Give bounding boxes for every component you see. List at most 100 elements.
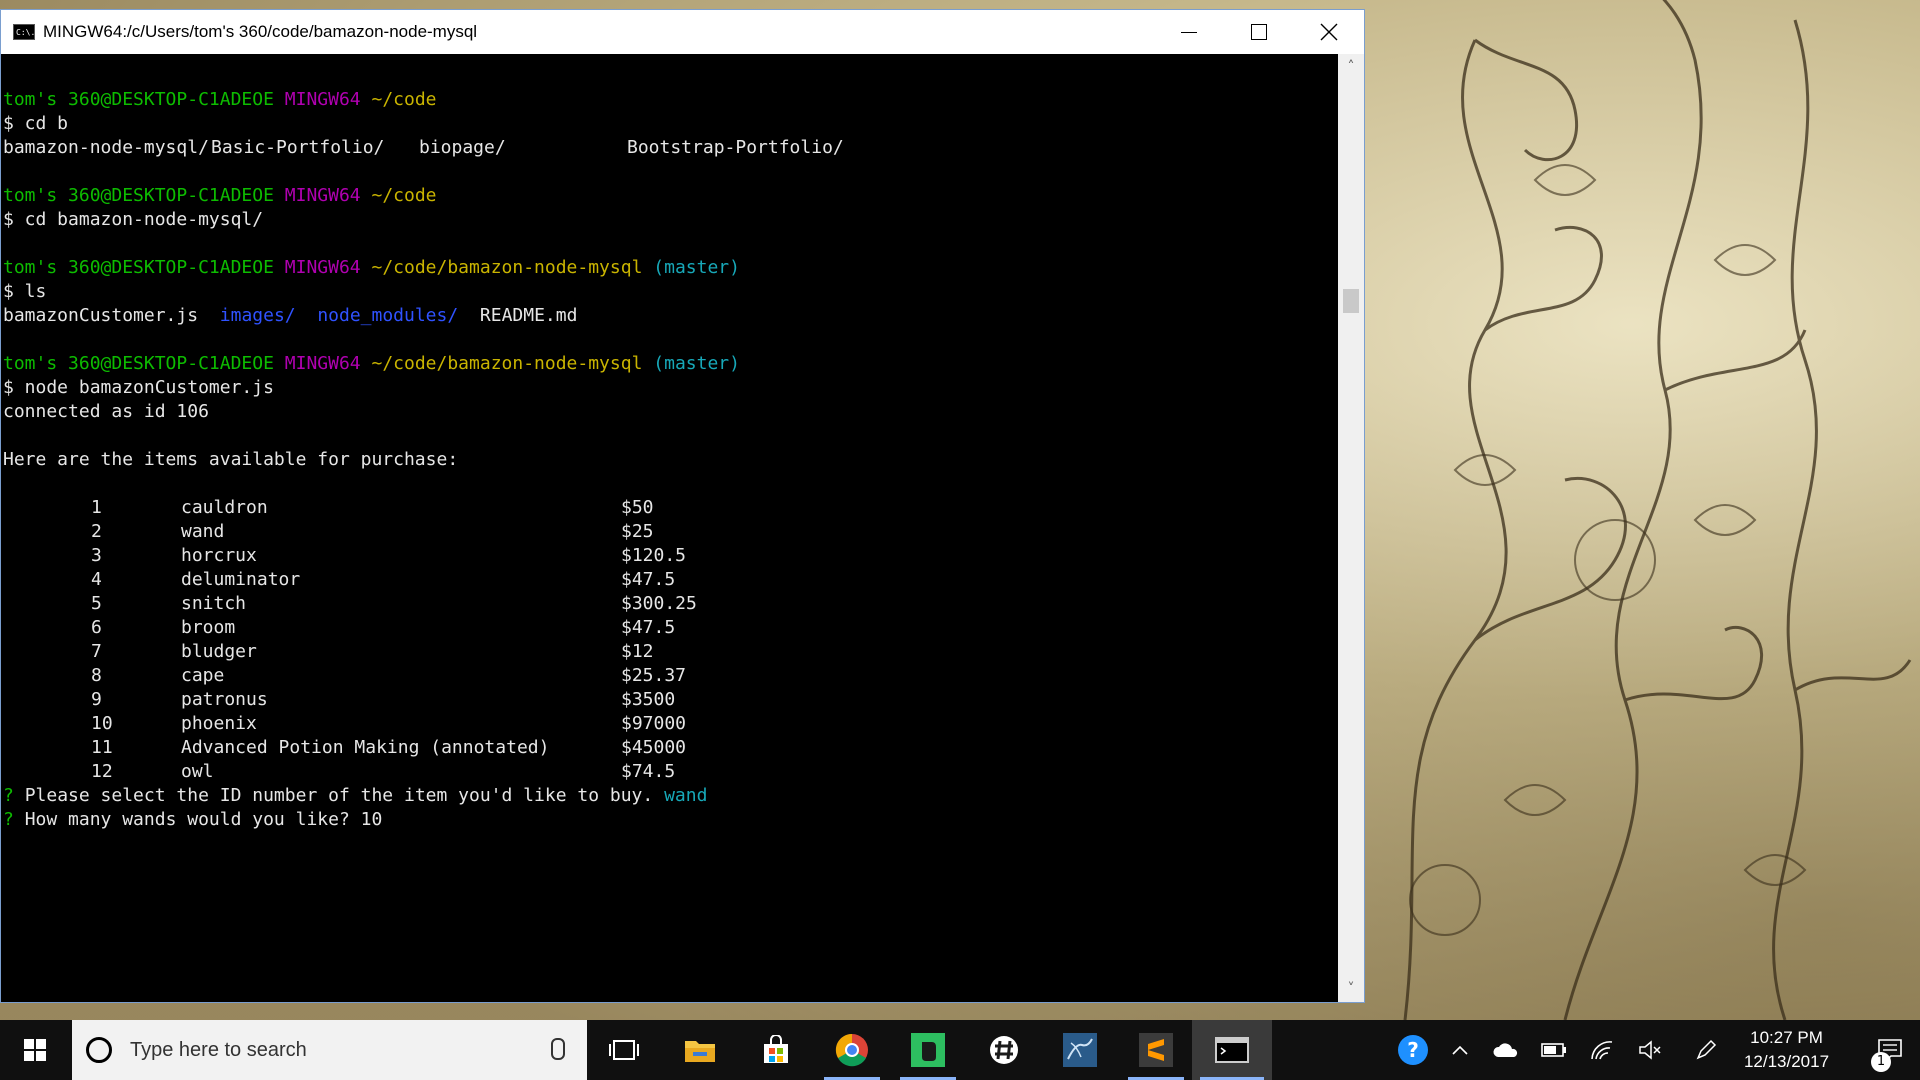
item-price: $47.5 — [621, 617, 676, 638]
command-line: $ node bamazonCustomer.js — [3, 377, 274, 398]
item-name: deluminator — [181, 569, 301, 590]
item-price: $50 — [621, 497, 654, 518]
item-row: 8 cape $25.37 — [1, 664, 1338, 688]
start-button[interactable] — [0, 1020, 70, 1080]
item-row: 5 snitch $300.25 — [1, 592, 1338, 616]
item-price: $25.37 — [621, 665, 687, 686]
maximize-icon — [1251, 24, 1267, 40]
cortana-icon[interactable] — [86, 1037, 112, 1063]
slack-icon — [990, 1036, 1018, 1064]
terminal-app-icon[interactable]: C:\. — [13, 24, 35, 40]
item-price: $74.5 — [621, 761, 676, 782]
task-view-button[interactable] — [588, 1020, 660, 1080]
item-row: 1 cauldron $50 — [1, 496, 1338, 520]
item-row: 11 Advanced Potion Making (annotated) $450… — [1, 736, 1338, 760]
taskbar-slack[interactable] — [968, 1020, 1040, 1080]
wallpaper-vine-decoration — [1403, 0, 1912, 1020]
windows-logo-icon — [24, 1039, 46, 1061]
window-titlebar[interactable]: C:\. MINGW64:/c/Users/tom's 360/code/bam… — [1, 10, 1364, 54]
terminal-icon — [1215, 1037, 1249, 1063]
taskbar-search-box[interactable]: Type here to search — [72, 1020, 587, 1080]
minimize-icon — [1181, 31, 1197, 33]
item-row: 10 phoenix $97000 — [1, 712, 1338, 736]
help-tray-button[interactable]: ? — [1390, 1020, 1436, 1080]
help-icon: ? — [1398, 1035, 1428, 1065]
item-id: 2 — [91, 521, 102, 542]
item-id: 9 — [91, 689, 102, 710]
show-hidden-icons-button[interactable] — [1440, 1020, 1480, 1080]
sublime-text-icon — [1139, 1033, 1173, 1067]
terminal-output[interactable]: tom's 360@DESKTOP-C1ADEOE MINGW64 ~/code… — [1, 54, 1338, 1002]
item-id: 8 — [91, 665, 102, 686]
connection-status: connected as id 106 — [3, 401, 209, 422]
item-id: 7 — [91, 641, 102, 662]
item-name: wand — [181, 521, 225, 542]
items-table: 1 cauldron $50 2 wand $25 3 horcrux $120.5 4 delum… — [1, 496, 1338, 784]
taskbar-file-explorer[interactable] — [664, 1020, 736, 1080]
item-id: 12 — [91, 761, 113, 782]
onedrive-tray-button[interactable] — [1484, 1020, 1528, 1080]
ls-output: bamazonCustomer.js images/ node_modules/… — [3, 305, 578, 326]
prompt-line: tom's 360@DESKTOP-C1ADEOE MINGW64 ~/code — [3, 185, 437, 206]
item-row: 7 bludger $12 — [1, 640, 1338, 664]
prompt-line: tom's 360@DESKTOP-C1ADEOE MINGW64 ~/code… — [3, 257, 740, 278]
items-header: Here are the items available for purchas… — [3, 449, 459, 470]
vertical-scrollbar[interactable]: ˄ ˅ — [1338, 54, 1364, 1002]
item-row: 4 deluminator $47.5 — [1, 568, 1338, 592]
folder-icon — [685, 1041, 715, 1062]
taskbar-store[interactable] — [740, 1020, 812, 1080]
item-id: 6 — [91, 617, 102, 638]
scroll-up-arrow-icon[interactable]: ˄ — [1338, 54, 1364, 80]
prompt-line: tom's 360@DESKTOP-C1ADEOE MINGW64 ~/code — [3, 89, 437, 110]
taskbar-git-bash[interactable] — [1192, 1020, 1272, 1080]
item-name: broom — [181, 617, 236, 638]
question-line: ? How many wands would you like? 10 — [3, 809, 383, 830]
task-view-icon — [609, 1040, 639, 1060]
scroll-down-arrow-icon[interactable]: ˅ — [1338, 976, 1364, 1002]
network-tray-button[interactable] — [1580, 1020, 1624, 1080]
close-button[interactable] — [1294, 10, 1364, 54]
item-id: 10 — [91, 713, 113, 734]
battery-tray-button[interactable] — [1532, 1020, 1576, 1080]
action-center-button[interactable] — [1860, 1020, 1920, 1080]
close-icon — [1320, 23, 1338, 41]
item-name: owl — [181, 761, 214, 782]
volume-muted-icon — [1639, 1040, 1661, 1060]
taskbar-evernote[interactable] — [892, 1020, 964, 1080]
search-placeholder: Type here to search — [130, 1038, 307, 1061]
item-name: horcrux — [181, 545, 257, 566]
item-price: $97000 — [621, 713, 687, 734]
clock-date: 12/13/2017 — [1743, 1052, 1830, 1071]
maximize-button[interactable] — [1224, 10, 1294, 54]
item-row: 3 horcrux $120.5 — [1, 544, 1338, 568]
item-name: phoenix — [181, 713, 257, 734]
chrome-icon — [835, 1033, 868, 1067]
item-name: bludger — [181, 641, 257, 662]
microphone-icon[interactable] — [551, 1038, 565, 1060]
command-line: $ cd b — [3, 113, 69, 134]
taskbar: Type here to search ? 10:27 PM 12/13/201… — [0, 1020, 1920, 1080]
scrollbar-thumb[interactable] — [1343, 289, 1359, 313]
mysql-workbench-icon — [1063, 1033, 1097, 1067]
item-price: $3500 — [621, 689, 676, 710]
taskbar-chrome[interactable] — [816, 1020, 888, 1080]
minimize-button[interactable] — [1154, 10, 1224, 54]
wifi-icon — [1591, 1041, 1613, 1060]
dir-listing: bamazon-node-mysql/Basic-Portfolio/biopa… — [3, 137, 844, 158]
terminal-window[interactable]: C:\. MINGW64:/c/Users/tom's 360/code/bam… — [0, 9, 1365, 1003]
item-name: snitch — [181, 593, 247, 614]
question-line: ? Please select the ID number of the ite… — [3, 785, 708, 806]
notification-count-badge: 1 — [1871, 1052, 1891, 1072]
taskbar-clock[interactable]: 10:27 PM 12/13/2017 — [1704, 1026, 1869, 1074]
taskbar-mysql-workbench[interactable] — [1044, 1020, 1116, 1080]
item-price: $12 — [621, 641, 654, 662]
command-line: $ cd bamazon-node-mysql/ — [3, 209, 264, 230]
item-name: Advanced Potion Making (annotated) — [181, 737, 550, 758]
volume-tray-button[interactable] — [1628, 1020, 1672, 1080]
item-price: $45000 — [621, 737, 687, 758]
store-bag-icon — [764, 1035, 788, 1063]
command-line: $ ls — [3, 281, 47, 302]
item-id: 4 — [91, 569, 102, 590]
taskbar-sublime-text[interactable] — [1120, 1020, 1192, 1080]
item-id: 1 — [91, 497, 102, 518]
